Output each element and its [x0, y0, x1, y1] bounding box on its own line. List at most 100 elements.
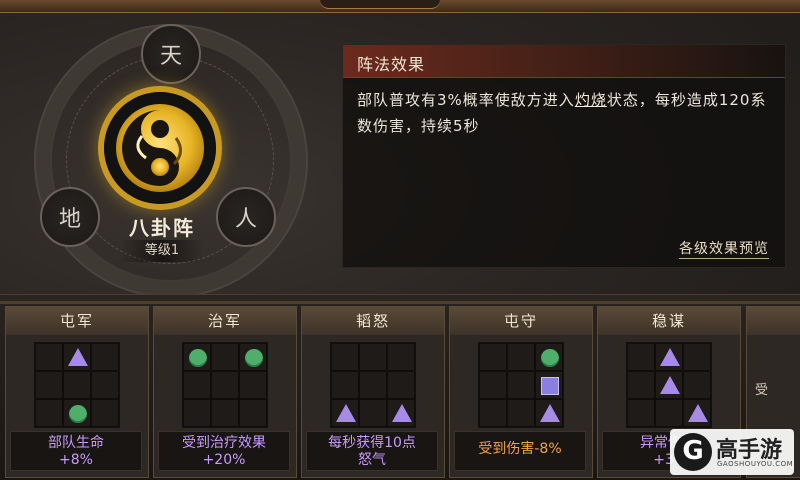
- effect-panel: 阵法效果 部队普攻有3%概率使敌方进入灼烧状态，每秒造成120系数伤害，持续5秒…: [342, 44, 786, 268]
- grid-cell: [683, 371, 711, 399]
- grid-cell: [359, 399, 387, 427]
- grid-cell: [627, 399, 655, 427]
- watermark-site: GAOSHOUYOU.COM: [717, 460, 794, 468]
- triangle-icon: [660, 348, 680, 366]
- watermark: G 高手游 GAOSHOUYOU.COM: [670, 429, 794, 475]
- grid-cell: [535, 399, 563, 427]
- level-effects-preview-link[interactable]: 各级效果预览: [679, 238, 769, 259]
- triangle-icon: [688, 404, 708, 422]
- grid-cell: [479, 371, 507, 399]
- bonus-line2: 怒气: [358, 452, 386, 468]
- bonus-line1: 受到伤害-8%: [478, 441, 562, 457]
- position-grid: [182, 342, 268, 428]
- position-grid: [478, 342, 564, 428]
- square-icon: [541, 377, 559, 395]
- grid-cell: [183, 343, 211, 371]
- grid-cell: [507, 399, 535, 427]
- bagua-emblem-icon[interactable]: [104, 92, 216, 204]
- top-decoration: [320, 0, 440, 9]
- top-bar: [0, 0, 800, 13]
- grid-cell: [683, 399, 711, 427]
- triangle-icon: [392, 404, 412, 422]
- triangle-icon: [336, 404, 356, 422]
- triangle-icon: [660, 376, 680, 394]
- position-grid: [34, 342, 120, 428]
- bonus-line2: +8%: [59, 452, 93, 468]
- formation-name: 八卦阵: [129, 216, 195, 240]
- watermark-logo: G: [674, 433, 712, 471]
- grid-cell: [535, 343, 563, 371]
- node-heaven[interactable]: 天: [141, 24, 201, 84]
- circle-icon: [69, 405, 87, 423]
- card-bonus: 部队生命 +8%: [10, 431, 142, 471]
- grid-cell: [211, 371, 239, 399]
- node-human[interactable]: 人: [216, 187, 276, 247]
- card-title: 治军: [154, 307, 296, 335]
- grid-cell: [507, 371, 535, 399]
- bonus-line1: 受到治疗效果: [182, 435, 266, 451]
- card-bonus: 受到治疗效果 +20%: [158, 431, 290, 471]
- partial-card-title: [747, 307, 800, 335]
- formation-level: 等级1: [120, 240, 204, 262]
- effect-header: 阵法效果: [343, 45, 785, 78]
- grid-cell: [63, 399, 91, 427]
- grid-cell: [627, 343, 655, 371]
- grid-cell: [239, 399, 267, 427]
- card-title: 稳谋: [598, 307, 740, 335]
- formation-card[interactable]: 屯守受到伤害-8%: [449, 306, 593, 478]
- grid-cell: [239, 371, 267, 399]
- effect-title: 阵法效果: [357, 55, 426, 74]
- formation-emblem: 天 地 人 八卦阵 等级1: [20, 14, 320, 298]
- grid-cell: [239, 343, 267, 371]
- bonus-line1: 部队生命: [48, 435, 104, 451]
- formation-card[interactable]: 屯军部队生命 +8%: [5, 306, 149, 478]
- circle-icon: [245, 349, 263, 367]
- grid-cell: [655, 399, 683, 427]
- triangle-icon: [540, 404, 560, 422]
- bonus-line1: 每秒获得10点: [328, 435, 416, 451]
- node-earth[interactable]: 地: [40, 187, 100, 247]
- card-title: 屯军: [6, 307, 148, 335]
- grid-cell: [387, 343, 415, 371]
- grid-cell: [479, 399, 507, 427]
- position-grid: [330, 342, 416, 428]
- grid-cell: [91, 343, 119, 371]
- circle-icon: [189, 349, 207, 367]
- grid-cell: [507, 343, 535, 371]
- formation-card[interactable]: 治军受到治疗效果 +20%: [153, 306, 297, 478]
- bonus-line2: +20%: [202, 452, 246, 468]
- grid-cell: [331, 399, 359, 427]
- card-title: 屯守: [450, 307, 592, 335]
- grid-cell: [91, 399, 119, 427]
- formation-card[interactable]: 韬怒每秒获得10点 怒气: [301, 306, 445, 478]
- effect-desc-part1: 部队普攻有3%概率使敌方进入: [357, 91, 575, 109]
- grid-cell: [359, 343, 387, 371]
- grid-cell: [35, 343, 63, 371]
- partial-card-text: 受: [755, 383, 769, 398]
- card-bonus: 受到伤害-8%: [454, 431, 586, 471]
- grid-cell: [211, 343, 239, 371]
- grid-cell: [183, 399, 211, 427]
- grid-cell: [535, 371, 563, 399]
- grid-cell: [387, 399, 415, 427]
- grid-cell: [627, 371, 655, 399]
- grid-cell: [91, 371, 119, 399]
- grid-cell: [211, 399, 239, 427]
- grid-cell: [331, 371, 359, 399]
- grid-cell: [35, 371, 63, 399]
- grid-cell: [683, 343, 711, 371]
- grid-cell: [63, 343, 91, 371]
- grid-cell: [331, 343, 359, 371]
- grid-cell: [183, 371, 211, 399]
- card-title: 韬怒: [302, 307, 444, 335]
- burn-status-link[interactable]: 灼烧: [575, 91, 607, 109]
- circle-icon: [541, 349, 559, 367]
- grid-cell: [35, 399, 63, 427]
- effect-description: 部队普攻有3%概率使敌方进入灼烧状态，每秒造成120系数伤害，持续5秒: [357, 87, 777, 139]
- grid-cell: [387, 371, 415, 399]
- grid-cell: [359, 371, 387, 399]
- grid-cell: [655, 371, 683, 399]
- grid-cell: [479, 343, 507, 371]
- grid-cell: [63, 371, 91, 399]
- card-bonus: 每秒获得10点 怒气: [306, 431, 438, 471]
